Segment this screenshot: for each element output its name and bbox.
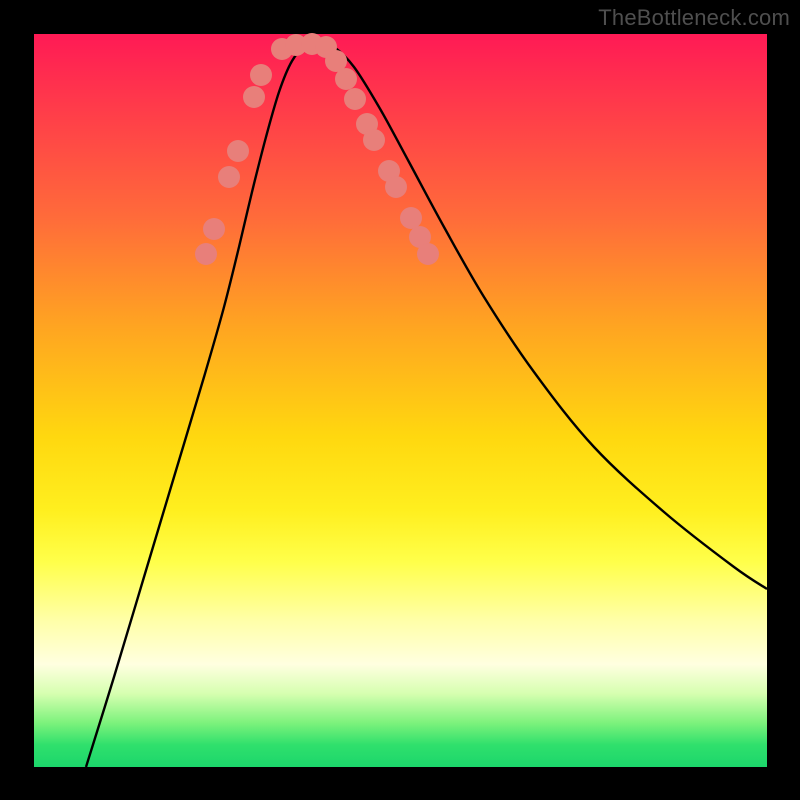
data-marker — [195, 243, 217, 265]
data-marker — [218, 166, 240, 188]
data-marker — [385, 176, 407, 198]
watermark-text: TheBottleneck.com — [598, 5, 790, 31]
data-marker — [417, 243, 439, 265]
data-marker — [400, 207, 422, 229]
bottleneck-curve — [86, 42, 767, 767]
data-marker — [335, 68, 357, 90]
data-marker — [227, 140, 249, 162]
data-marker — [203, 218, 225, 240]
data-marker — [250, 64, 272, 86]
data-marker — [243, 86, 265, 108]
curve-svg — [34, 34, 767, 767]
data-marker — [363, 129, 385, 151]
chart-frame: TheBottleneck.com — [0, 0, 800, 800]
data-marker — [344, 88, 366, 110]
plot-area — [34, 34, 767, 767]
